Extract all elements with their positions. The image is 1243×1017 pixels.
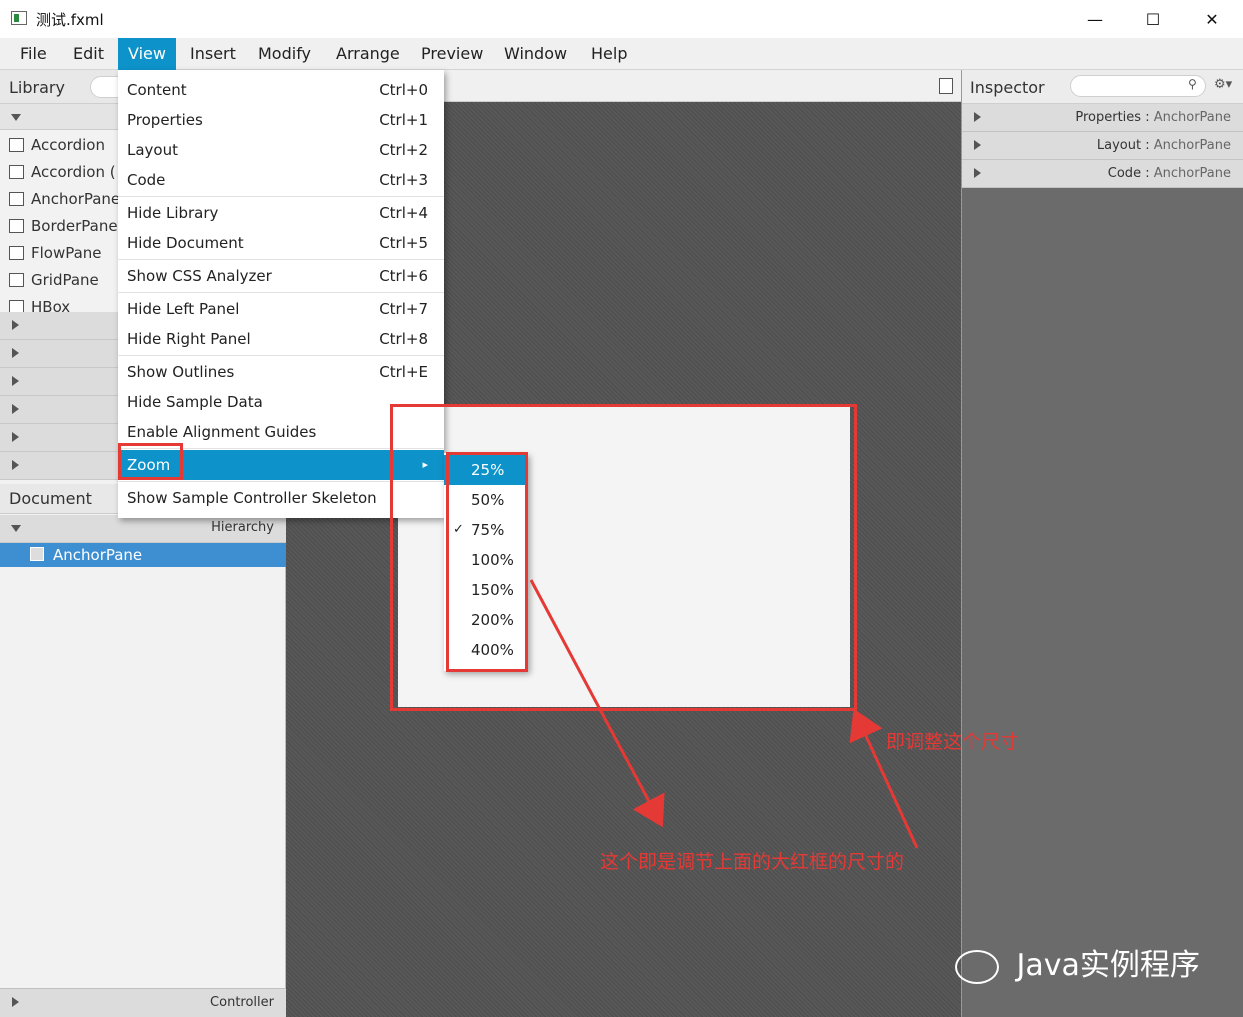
watermark: Java实例程序 xyxy=(955,940,1200,984)
wechat-icon xyxy=(955,949,999,984)
annotation-bottom-note: 这个即是调节上面的大红框的尺寸的 xyxy=(600,851,905,873)
annotation-right-note: 即调整这个尺寸 xyxy=(886,731,1020,753)
arrow-to-note xyxy=(529,579,665,828)
